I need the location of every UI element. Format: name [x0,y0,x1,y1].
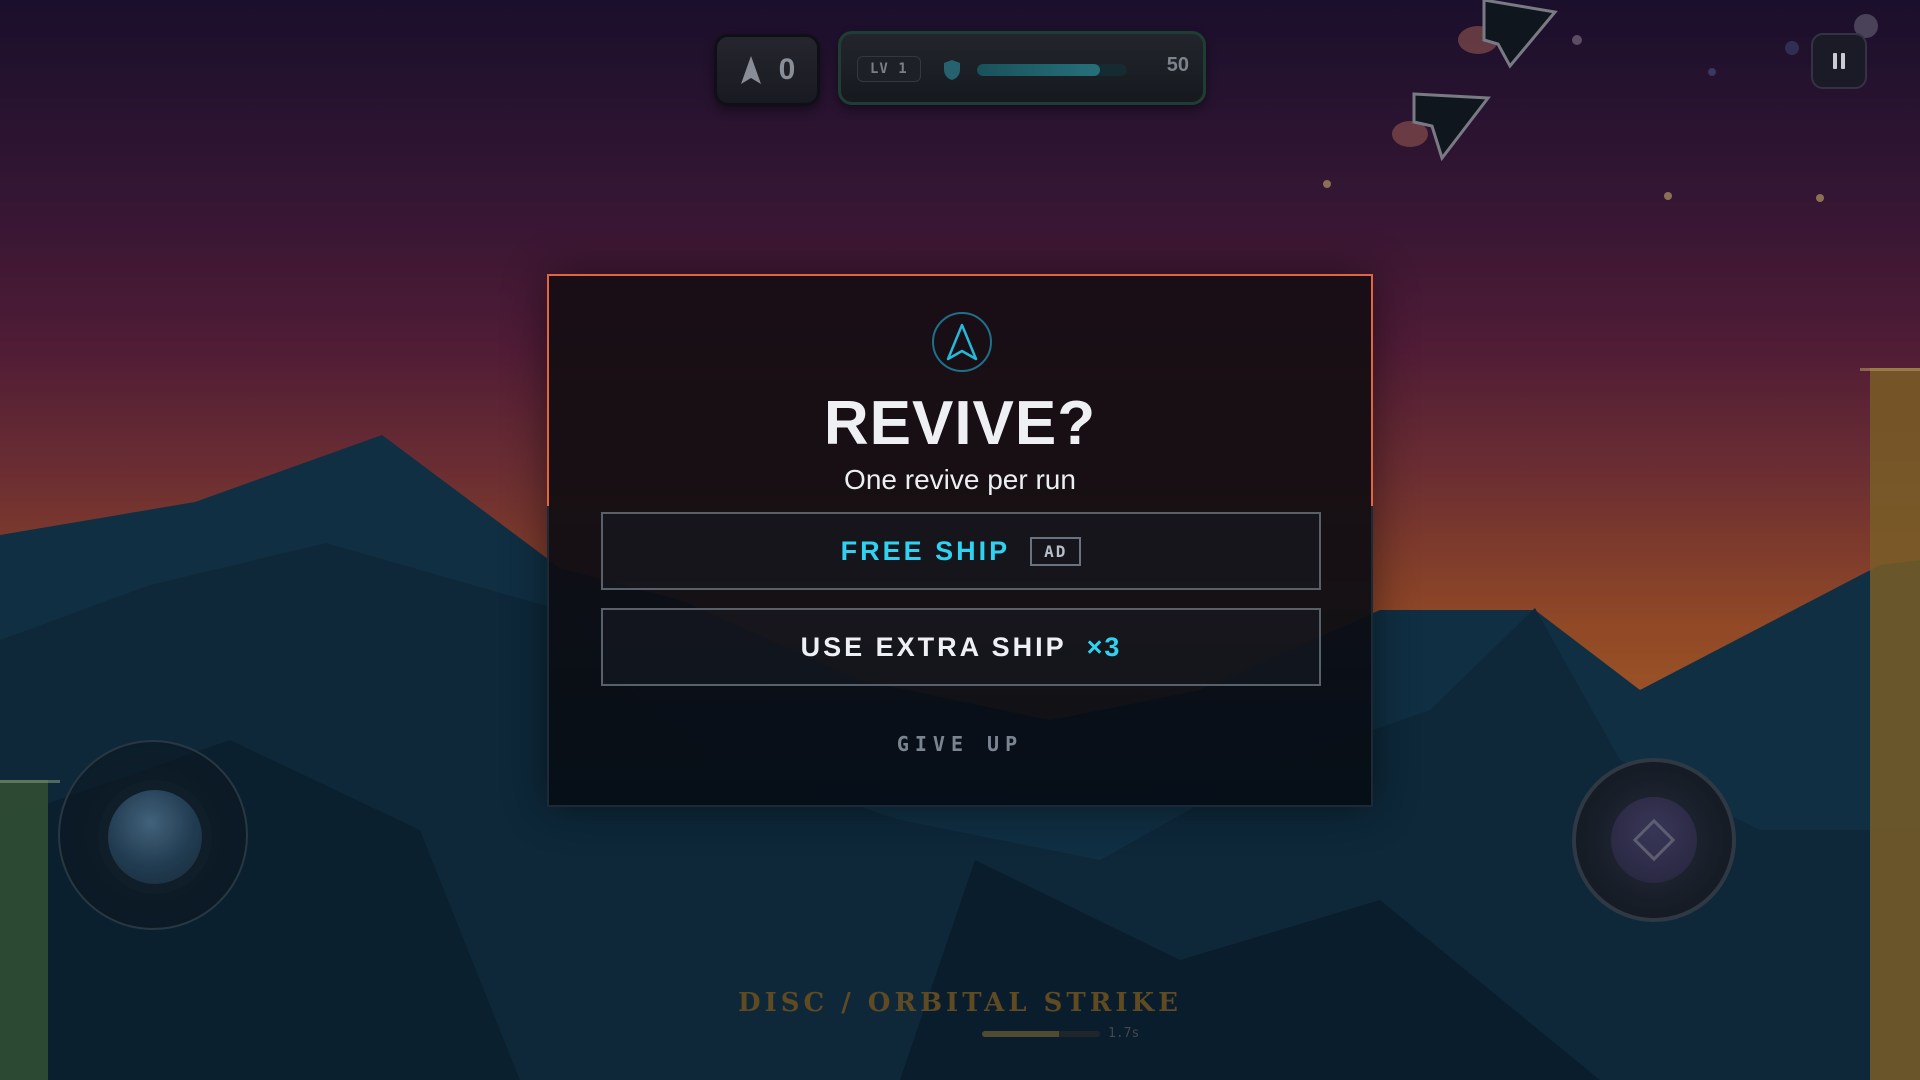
free-ship-button[interactable]: FREE SHIP AD [601,512,1321,590]
use-extra-ship-button[interactable]: USE EXTRA SHIP ×3 [601,608,1321,686]
dialog-subtitle: One revive per run [844,464,1076,495]
extra-ship-label: USE EXTRA SHIP [800,631,1067,662]
ship-emblem-icon [932,312,992,372]
revive-dialog: REVIVE? One revive per run FREE SHIP AD … [547,274,1373,807]
dialog-title: REVIVE? [823,389,1097,458]
free-ship-label: FREE SHIP [840,535,1011,566]
extra-ship-count: ×3 [1086,631,1122,662]
give-up-button[interactable]: GIVE UP [549,732,1371,756]
ad-badge: AD [1030,536,1082,566]
